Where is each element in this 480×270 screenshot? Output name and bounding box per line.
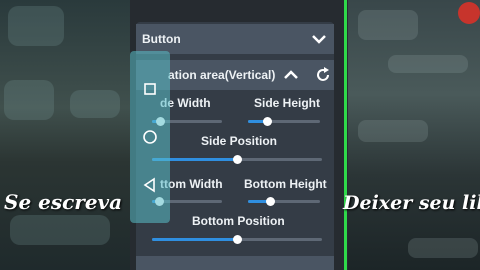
bottom-position-slider[interactable] — [152, 235, 322, 244]
bottom-height-label: Bottom Height — [244, 177, 327, 191]
side-position-label: Side Position — [201, 134, 278, 148]
chevron-up-icon[interactable] — [282, 68, 300, 82]
floating-nav-bar[interactable] — [130, 51, 170, 223]
bottom-position-thumb[interactable] — [233, 235, 242, 244]
green-divider — [344, 0, 347, 270]
chevron-down-icon[interactable] — [310, 32, 328, 46]
bottom-position-fill — [152, 238, 237, 241]
reset-icon[interactable] — [314, 66, 332, 84]
back-triangle-icon[interactable] — [140, 175, 160, 195]
bottom-height-thumb[interactable] — [265, 197, 275, 206]
background-left — [0, 0, 132, 270]
side-height-slider[interactable] — [248, 117, 320, 126]
side-height-label: Side Height — [254, 96, 321, 110]
square-icon[interactable] — [140, 79, 160, 99]
side-position-slider[interactable] — [152, 155, 322, 164]
right-caption: Deixer seu like — [343, 192, 480, 214]
button-section-label: Button — [142, 32, 181, 46]
side-height-thumb[interactable] — [262, 117, 272, 126]
background-right — [348, 0, 480, 270]
red-badge — [458, 2, 480, 24]
bottom-height-slider[interactable] — [248, 197, 320, 206]
left-caption: Se escreva — [4, 190, 123, 214]
side-position-thumb[interactable] — [233, 155, 242, 164]
location-area-label: ation area(Vertical) — [168, 68, 276, 82]
button-section-header[interactable]: Button — [136, 24, 334, 54]
circle-icon[interactable] — [140, 127, 160, 147]
next-section-header[interactable] — [136, 256, 334, 270]
bottom-position-label: Bottom Position — [192, 214, 285, 228]
